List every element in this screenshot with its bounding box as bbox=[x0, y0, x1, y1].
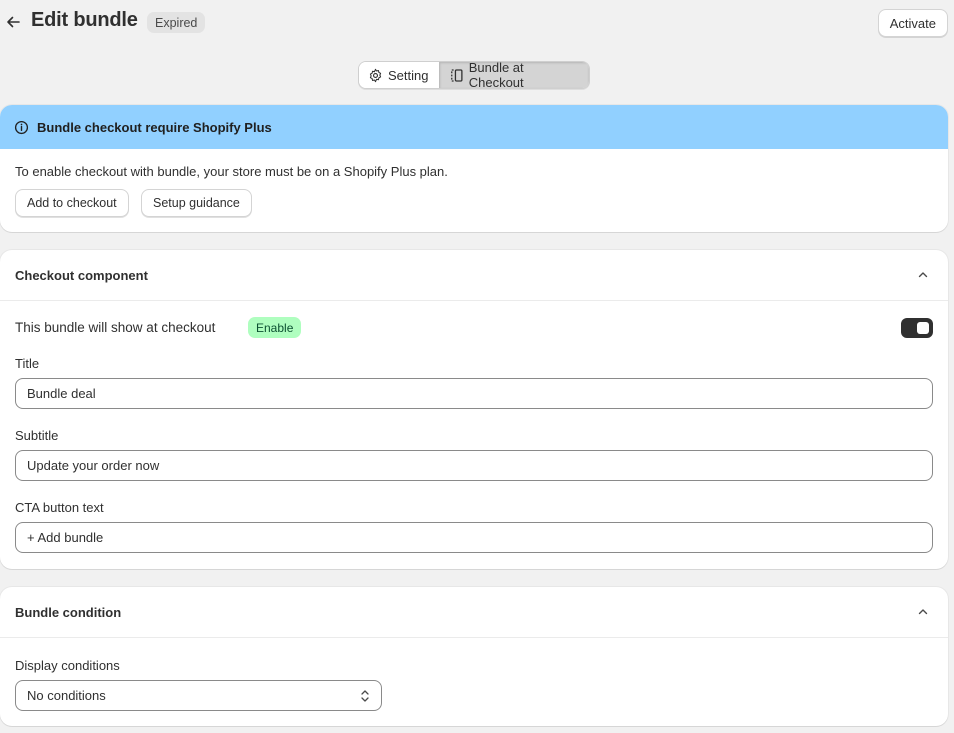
page-title: Edit bundle bbox=[31, 9, 138, 31]
gear-icon bbox=[369, 68, 382, 82]
tab-setting-label: Setting bbox=[388, 67, 429, 83]
tab-bundle-at-checkout-label: Bundle at Checkout bbox=[468, 61, 524, 89]
show-at-checkout-text: This bundle will show at checkout bbox=[15, 320, 216, 335]
setup-guidance-button[interactable]: Setup guidance bbox=[141, 189, 252, 217]
card-title: Checkout component bbox=[15, 267, 148, 283]
tab-bundle-at-checkout[interactable]: Bundle at Checkout bbox=[439, 62, 589, 88]
banner-title: Bundle checkout require Shopify Plus bbox=[37, 119, 272, 135]
status-badge: Expired bbox=[147, 12, 206, 33]
tab-setting[interactable]: Setting bbox=[359, 62, 439, 88]
add-to-checkout-button[interactable]: Add to checkout bbox=[15, 189, 129, 217]
bundle-condition-card: Bundle condition Display conditions No c… bbox=[0, 587, 948, 726]
subtitle-label: Subtitle bbox=[15, 428, 59, 443]
bundle-condition-header[interactable]: Bundle condition bbox=[0, 587, 948, 638]
title-label: Title bbox=[15, 356, 40, 371]
display-conditions-select[interactable]: No conditions bbox=[15, 680, 382, 711]
chevron-up-icon[interactable] bbox=[913, 265, 933, 285]
cta-label: CTA button text bbox=[15, 500, 104, 515]
back-button[interactable] bbox=[2, 10, 24, 34]
subtitle-input[interactable]: Update your order now bbox=[15, 450, 933, 481]
banner-header: Bundle checkout require Shopify Plus bbox=[0, 105, 948, 149]
chevron-up-icon[interactable] bbox=[913, 602, 933, 622]
select-arrows-icon bbox=[361, 689, 369, 702]
enable-badge: Enable bbox=[248, 317, 302, 338]
toggle-knob bbox=[917, 322, 929, 334]
checkout-component-header[interactable]: Checkout component bbox=[0, 250, 948, 301]
title-input[interactable]: Bundle deal bbox=[15, 378, 933, 409]
checkout-toggle[interactable] bbox=[901, 318, 933, 338]
shopify-plus-banner: Bundle checkout require Shopify Plus To … bbox=[0, 105, 948, 232]
checkout-component-card: Checkout component This bundle will show… bbox=[0, 250, 948, 569]
select-value: No conditions bbox=[27, 688, 106, 703]
card-title: Bundle condition bbox=[15, 604, 122, 620]
activate-button[interactable]: Activate bbox=[877, 9, 948, 37]
display-conditions-label: Display conditions bbox=[15, 658, 120, 673]
arrow-left-icon bbox=[7, 16, 20, 28]
tab-group: Setting Bundle at Checkout bbox=[358, 61, 590, 89]
banner-message: To enable checkout with bundle, your sto… bbox=[15, 164, 448, 179]
checkout-layout-icon bbox=[451, 68, 463, 82]
info-icon bbox=[14, 120, 29, 134]
cta-input[interactable]: + Add bundle bbox=[15, 522, 933, 553]
